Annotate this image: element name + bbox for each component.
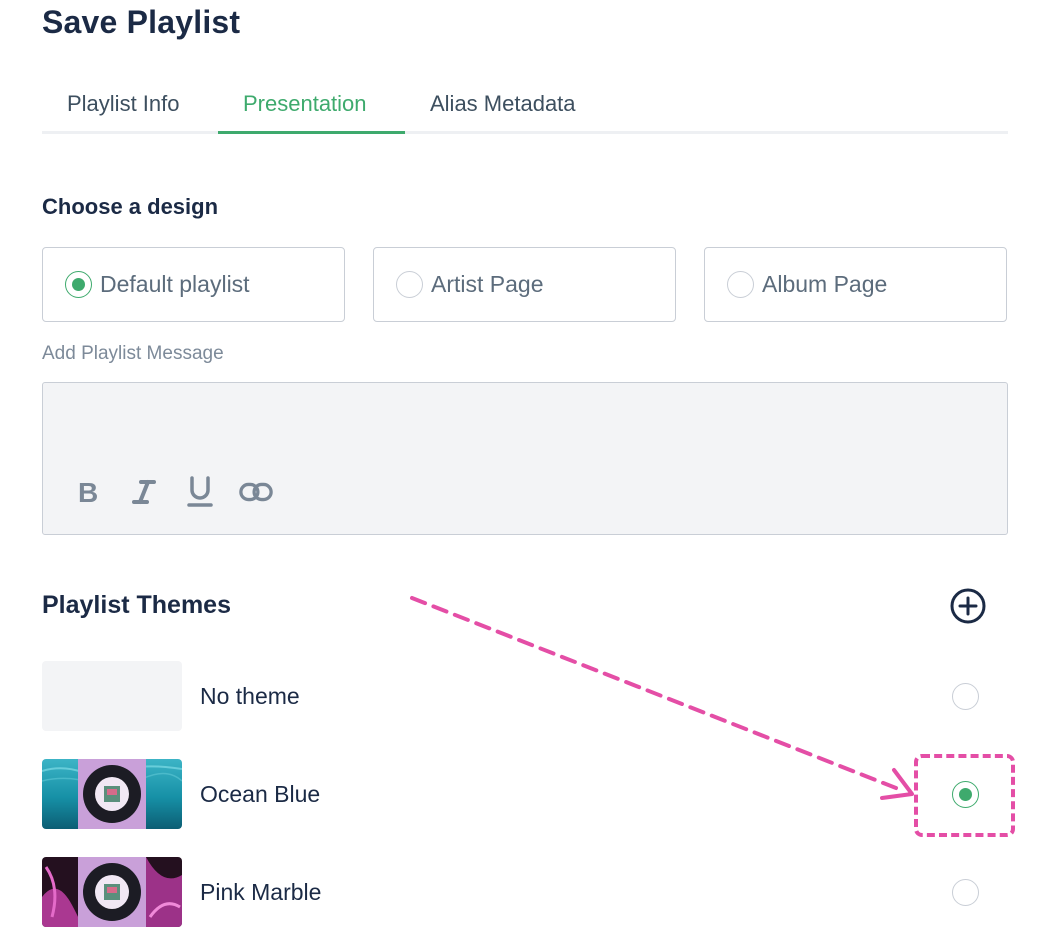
themes-heading: Playlist Themes [42, 591, 231, 619]
svg-text:B: B [78, 479, 98, 505]
design-option-artist-page[interactable]: Artist Page [373, 247, 676, 322]
radio-selected-icon[interactable] [65, 271, 92, 298]
theme-thumbnail [42, 759, 182, 829]
theme-name: Pink Marble [200, 879, 322, 905]
link-icon[interactable] [239, 475, 273, 509]
bold-icon[interactable]: B [71, 475, 105, 509]
editor-toolbar: B [71, 475, 273, 509]
theme-row-pink-marble[interactable]: Pink Marble [42, 857, 1008, 929]
radio-empty-icon[interactable] [952, 879, 979, 906]
radio-empty-icon[interactable] [952, 683, 979, 710]
tab-presentation[interactable]: Presentation [218, 86, 405, 134]
design-heading: Choose a design [42, 194, 219, 219]
theme-thumbnail [42, 661, 182, 731]
theme-row-ocean-blue[interactable]: Ocean Blue [42, 759, 1008, 831]
message-label: Add Playlist Message [42, 343, 224, 364]
radio-empty-icon[interactable] [396, 271, 423, 298]
design-option-default-playlist[interactable]: Default playlist [42, 247, 345, 322]
message-editor[interactable]: B [42, 382, 1008, 535]
theme-thumbnail [42, 857, 182, 927]
italic-icon[interactable] [127, 475, 161, 509]
theme-name: Ocean Blue [200, 781, 321, 807]
design-option-label: Album Page [762, 271, 888, 297]
design-option-label: Default playlist [100, 271, 250, 297]
plus-circle-icon[interactable] [950, 588, 986, 624]
design-option-album-page[interactable]: Album Page [704, 247, 1007, 322]
page-title: Save Playlist [42, 4, 241, 40]
tab-alias-metadata[interactable]: Alias Metadata [405, 86, 625, 134]
design-option-label: Artist Page [431, 271, 544, 297]
radio-selected-icon[interactable] [952, 781, 979, 808]
radio-empty-icon[interactable] [727, 271, 754, 298]
theme-name: No theme [200, 683, 300, 709]
tab-playlist-info[interactable]: Playlist Info [42, 86, 218, 134]
underline-icon[interactable] [183, 475, 217, 509]
theme-row-no-theme[interactable]: No theme [42, 661, 1008, 733]
tab-bar: Playlist Info Presentation Alias Metadat… [42, 86, 1008, 134]
